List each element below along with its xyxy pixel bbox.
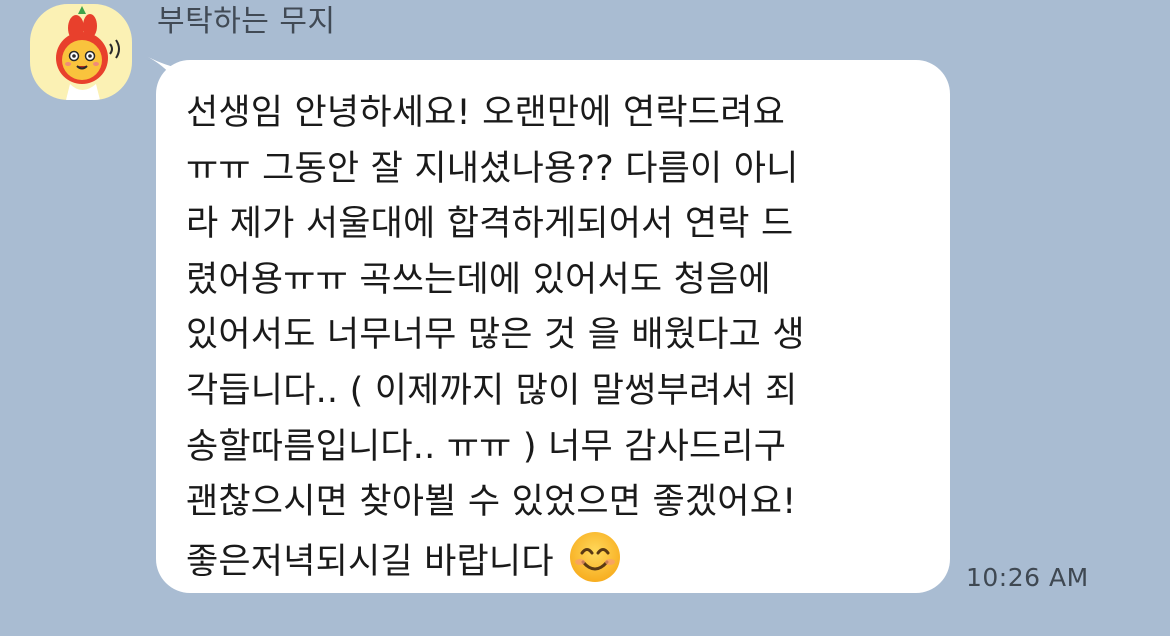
muzi-avatar-icon — [56, 6, 120, 100]
smiling-face-emoji — [570, 531, 621, 582]
message-timestamp: 10:26 AM — [966, 563, 1089, 592]
message-line: 괜찮으시면 찾아뵐 수 있었으면 좋겠어요! — [186, 482, 797, 523]
sender-avatar[interactable] — [30, 4, 132, 100]
message-text: 선생임 안녕하세요! 오랜만에 연락드려요 ㅠㅠ 그동안 잘 지내셨나용?? 다… — [186, 86, 936, 590]
message-line: 좋은저녁되시길 바랍니다 — [186, 541, 554, 582]
message-line: 있어서도 너무너무 많은 것 을 배웠다고 생 — [186, 315, 805, 356]
message-line: 렸어용ㅠㅠ 곡쓰는데에 있어서도 청음에 — [186, 259, 771, 300]
message-line: ㅠㅠ 그동안 잘 지내셨나용?? 다름이 아니 — [186, 148, 799, 189]
sender-name: 부탁하는 무지 — [157, 4, 336, 39]
message-line: 송할따름입니다.. ㅠㅠ ) 너무 감사드리구 — [186, 426, 787, 467]
message-line: 각듭니다.. ( 이제까지 많이 말썽부려서 죄 — [186, 370, 798, 411]
message-line: 선생임 안녕하세요! 오랜만에 연락드려요 — [186, 93, 786, 133]
message-line: 라 제가 서울대에 합격하게되어서 연락 드 — [186, 204, 794, 245]
